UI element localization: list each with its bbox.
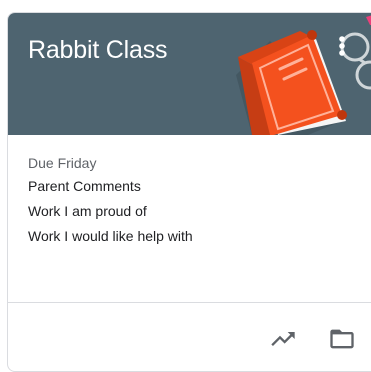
open-folder-button[interactable] — [328, 325, 356, 353]
assignment-link[interactable]: Work I am proud of — [28, 202, 371, 221]
class-title[interactable]: Rabbit Class — [28, 35, 168, 65]
assignment-link[interactable]: Parent Comments — [28, 177, 371, 196]
book-illustration — [236, 15, 371, 135]
card-divider — [8, 302, 371, 303]
class-card[interactable]: Rabbit Class Due Friday Parent Comments … — [7, 12, 371, 372]
view-trends-button[interactable] — [269, 325, 297, 353]
more-vert-icon — [339, 36, 345, 56]
assignment-link[interactable]: Work I would like help with — [28, 227, 371, 246]
due-label: Due Friday — [28, 155, 97, 171]
class-banner[interactable]: Rabbit Class — [8, 13, 371, 135]
more-options-button[interactable] — [332, 31, 352, 61]
folder-icon — [330, 329, 354, 349]
due-section: Due Friday Parent Comments Work I am pro… — [28, 153, 371, 252]
trending-up-icon — [271, 332, 295, 346]
